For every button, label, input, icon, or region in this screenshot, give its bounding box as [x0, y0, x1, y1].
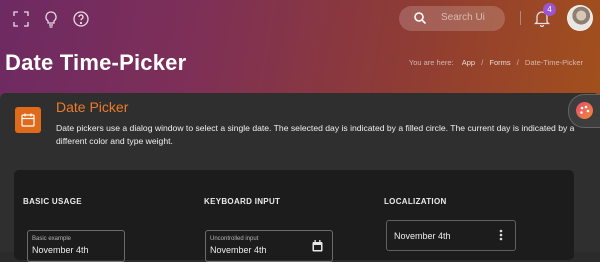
palette-icon — [576, 102, 593, 119]
section-title-keyboard-input: KEYBOARD INPUT — [204, 197, 281, 206]
lightbulb-icon[interactable] — [42, 10, 60, 28]
card-description: Date pickers use a dialog window to sele… — [56, 123, 575, 146]
top-bar: Search Ui 4 — [0, 0, 600, 38]
localization-field-value: November 4th — [394, 231, 451, 241]
section-title-localization: LOCALIZATION — [384, 197, 447, 206]
keyboard-field-value: November 4th — [210, 245, 267, 255]
search-placeholder: Search Ui — [441, 12, 485, 23]
fullscreen-icon[interactable] — [12, 10, 30, 28]
page-title: Date Time-Picker — [5, 50, 187, 75]
avatar[interactable] — [567, 5, 593, 31]
search-icon — [414, 12, 427, 25]
localization-date-field[interactable]: November 4th — [386, 220, 516, 251]
calendar-icon — [21, 113, 35, 127]
breadcrumb-prefix: You are here: — [408, 58, 454, 67]
notification-badge: 4 — [543, 3, 556, 16]
help-icon[interactable] — [72, 10, 90, 28]
basic-date-field[interactable]: Basic example November 4th — [27, 230, 125, 262]
breadcrumb: You are here: App / Forms / Date-Time-Pi… — [408, 58, 583, 67]
basic-field-label: Basic example — [32, 236, 72, 242]
breadcrumb-item-current: Date-Time-Picker — [524, 58, 583, 67]
search-box[interactable]: Search Ui — [399, 6, 505, 31]
keyboard-field-label: Uncontrolled input — [210, 236, 259, 242]
keyboard-date-field[interactable]: Uncontrolled input November 4th — [205, 230, 333, 262]
header-divider — [520, 11, 521, 25]
card-title: Date Picker — [56, 99, 129, 115]
calendar-icon[interactable] — [312, 240, 323, 252]
more-options-icon[interactable] — [499, 229, 503, 241]
breadcrumb-item-forms[interactable]: Forms — [489, 58, 510, 67]
section-title-basic-usage: BASIC USAGE — [23, 197, 82, 206]
breadcrumb-item-app[interactable]: App — [462, 58, 475, 67]
card-icon-box — [15, 107, 41, 133]
basic-field-value: November 4th — [32, 245, 89, 255]
theme-palette-button[interactable] — [568, 94, 600, 128]
